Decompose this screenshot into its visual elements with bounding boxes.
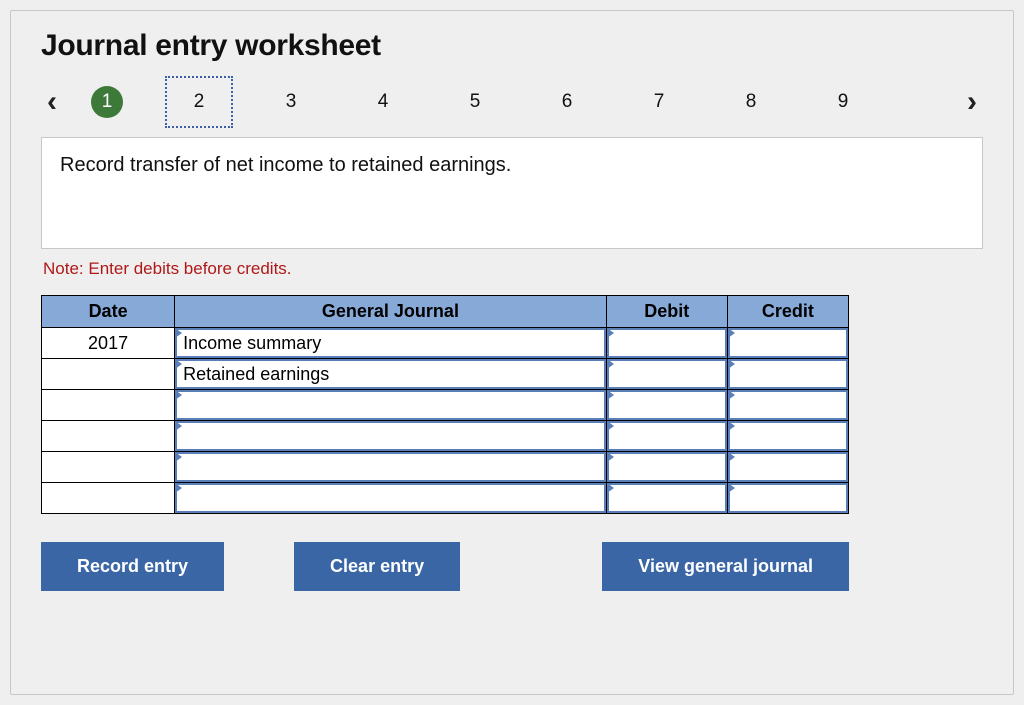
page-title: Journal entry worksheet: [41, 29, 983, 63]
credit-value: [728, 496, 848, 500]
credit-value: [728, 434, 848, 438]
credit-cell[interactable]: [727, 483, 848, 514]
col-header-debit: Debit: [606, 296, 727, 328]
debit-value: [607, 403, 727, 407]
debit-value: [607, 341, 727, 345]
credit-cell[interactable]: [727, 390, 848, 421]
date-cell[interactable]: [42, 421, 175, 452]
pager-tab-7[interactable]: 7: [643, 86, 675, 118]
table-row: [42, 452, 849, 483]
credit-value: [728, 341, 848, 345]
clear-entry-button[interactable]: Clear entry: [294, 542, 460, 591]
debit-cell[interactable]: [606, 328, 727, 359]
journal-tbody: 2017Income summary Retained earnings: [42, 328, 849, 514]
credit-cell[interactable]: [727, 328, 848, 359]
date-cell[interactable]: [42, 390, 175, 421]
credit-cell[interactable]: [727, 421, 848, 452]
debit-cell[interactable]: [606, 390, 727, 421]
credit-cell[interactable]: [727, 452, 848, 483]
pager-prev[interactable]: ‹: [41, 87, 63, 117]
debit-value: [607, 372, 727, 376]
debit-cell[interactable]: [606, 452, 727, 483]
date-cell[interactable]: 2017: [42, 328, 175, 359]
view-general-journal-button[interactable]: View general journal: [602, 542, 849, 591]
general-journal-value: [175, 434, 606, 438]
pager-tab-4[interactable]: 4: [367, 86, 399, 118]
col-header-date: Date: [42, 296, 175, 328]
pager-tab-2[interactable]: 2: [183, 86, 215, 118]
general-journal-cell[interactable]: Income summary: [175, 328, 607, 359]
pager-tabs: 1 2 3 4 5 6 7 8 9: [91, 86, 859, 118]
date-cell[interactable]: [42, 483, 175, 514]
record-entry-button[interactable]: Record entry: [41, 542, 224, 591]
general-journal-value: [175, 403, 606, 407]
general-journal-cell[interactable]: [175, 483, 607, 514]
date-cell[interactable]: [42, 452, 175, 483]
debit-value: [607, 496, 727, 500]
col-header-gj: General Journal: [175, 296, 607, 328]
table-row: [42, 390, 849, 421]
button-row: Record entry Clear entry View general jo…: [41, 542, 849, 591]
debit-cell[interactable]: [606, 483, 727, 514]
date-cell[interactable]: [42, 359, 175, 390]
pager-next[interactable]: ›: [961, 87, 983, 117]
general-journal-value: [175, 496, 606, 500]
table-row: [42, 421, 849, 452]
general-journal-value: [175, 465, 606, 469]
entry-prompt: Record transfer of net income to retaine…: [41, 137, 983, 249]
credit-value: [728, 465, 848, 469]
general-journal-cell[interactable]: [175, 452, 607, 483]
debit-value: [607, 465, 727, 469]
debit-cell[interactable]: [606, 359, 727, 390]
note-text: Note: Enter debits before credits.: [43, 259, 983, 279]
pager-tab-3[interactable]: 3: [275, 86, 307, 118]
pager-tab-6[interactable]: 6: [551, 86, 583, 118]
general-journal-value: Retained earnings: [175, 362, 606, 387]
pager: ‹ 1 2 3 4 5 6 7 8 9 ›: [41, 77, 983, 127]
credit-cell[interactable]: [727, 359, 848, 390]
table-row: Retained earnings: [42, 359, 849, 390]
worksheet-panel: Journal entry worksheet ‹ 1 2 3 4 5 6 7 8 9 › Re…: [10, 10, 1014, 695]
general-journal-value: Income summary: [175, 331, 606, 356]
general-journal-cell[interactable]: [175, 421, 607, 452]
credit-value: [728, 403, 848, 407]
credit-value: [728, 372, 848, 376]
pager-tab-9[interactable]: 9: [827, 86, 859, 118]
journal-table: Date General Journal Debit Credit 2017In…: [41, 295, 849, 514]
debit-value: [607, 434, 727, 438]
pager-tab-1[interactable]: 1: [91, 86, 123, 118]
debit-cell[interactable]: [606, 421, 727, 452]
pager-tab-8[interactable]: 8: [735, 86, 767, 118]
general-journal-cell[interactable]: [175, 390, 607, 421]
general-journal-cell[interactable]: Retained earnings: [175, 359, 607, 390]
table-row: [42, 483, 849, 514]
col-header-credit: Credit: [727, 296, 848, 328]
pager-tab-5[interactable]: 5: [459, 86, 491, 118]
table-row: 2017Income summary: [42, 328, 849, 359]
